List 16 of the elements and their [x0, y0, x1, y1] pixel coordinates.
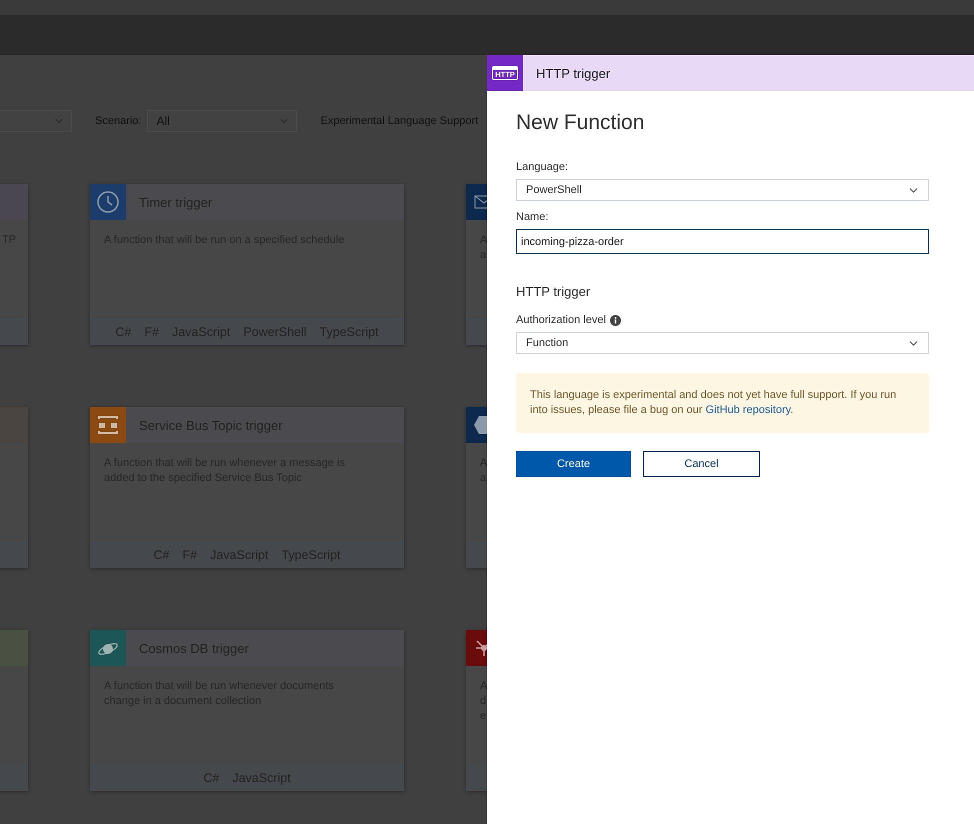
notice-text: This language is experimental and does not yet have full support. If you run into issues, please file a bug on our GitHub repository. [530, 388, 898, 418]
language-dropdown[interactable]: PowerShell [516, 179, 929, 201]
message-envelopes-icon [96, 413, 120, 437]
clock-icon [96, 190, 120, 214]
form-heading: New Function [516, 111, 646, 135]
panel-title: HTTP trigger [536, 66, 610, 80]
field-label: Language: [516, 161, 569, 173]
field-label: Name: [516, 211, 550, 223]
name-input-field[interactable]: incoming-pizza-order [516, 229, 929, 254]
create-button[interactable]: Create [516, 451, 631, 477]
section-title: HTTP trigger [516, 284, 592, 299]
cancel-button[interactable]: Cancel [643, 451, 760, 477]
authorization-dropdown[interactable]: Function [516, 332, 929, 354]
github-link[interactable]: GitHub repository [706, 404, 790, 416]
info-icon [610, 314, 621, 326]
field-label: Authorization level [516, 314, 606, 326]
